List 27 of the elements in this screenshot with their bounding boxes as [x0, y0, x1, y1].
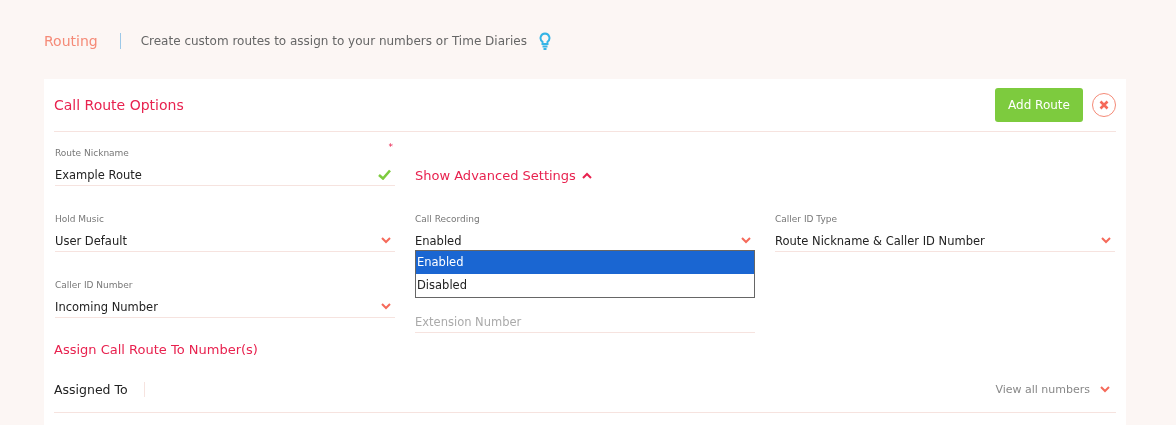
- chevron-down-icon: [381, 303, 391, 310]
- field-label: Call Recording: [415, 214, 481, 226]
- page-title: Routing: [44, 33, 98, 49]
- dropdown-option[interactable]: Enabled: [416, 251, 754, 274]
- section-title: Assign Call Route To Number(s): [54, 342, 259, 357]
- close-button[interactable]: [1092, 93, 1116, 117]
- page-description: Create custom routes to assign to your numbers or Time Diaries: [140, 34, 527, 48]
- nickname-field[interactable]: Example Route: [55, 164, 395, 186]
- assigned-label: Assigned To: [54, 382, 145, 397]
- field-label: Caller ID Number: [55, 280, 134, 292]
- lightbulb-icon: [538, 32, 551, 50]
- required-mark: *: [388, 142, 393, 152]
- chevron-down-icon: [741, 237, 751, 244]
- chevron-down-icon: [1101, 237, 1111, 244]
- select-field[interactable]: Route Nickname & Caller ID Number: [775, 230, 1115, 252]
- close-icon: [1099, 100, 1109, 110]
- chevron-down-icon: [381, 237, 391, 244]
- field-label: Hold Music: [55, 214, 105, 226]
- card-title: Call Route Options: [54, 97, 184, 113]
- field-label: Caller ID Type: [775, 214, 838, 226]
- select-field[interactable]: Incoming Number: [55, 296, 395, 318]
- view-all-link[interactable]: View all numbers: [995, 383, 1116, 396]
- advanced-settings-toggle[interactable]: Show Advanced Settings: [415, 165, 592, 185]
- chevron-up-icon: [581, 171, 592, 179]
- chevron-down-icon: [1100, 386, 1110, 393]
- select-field[interactable]: User Default: [55, 230, 395, 252]
- field-label: Route Nickname: [55, 148, 130, 160]
